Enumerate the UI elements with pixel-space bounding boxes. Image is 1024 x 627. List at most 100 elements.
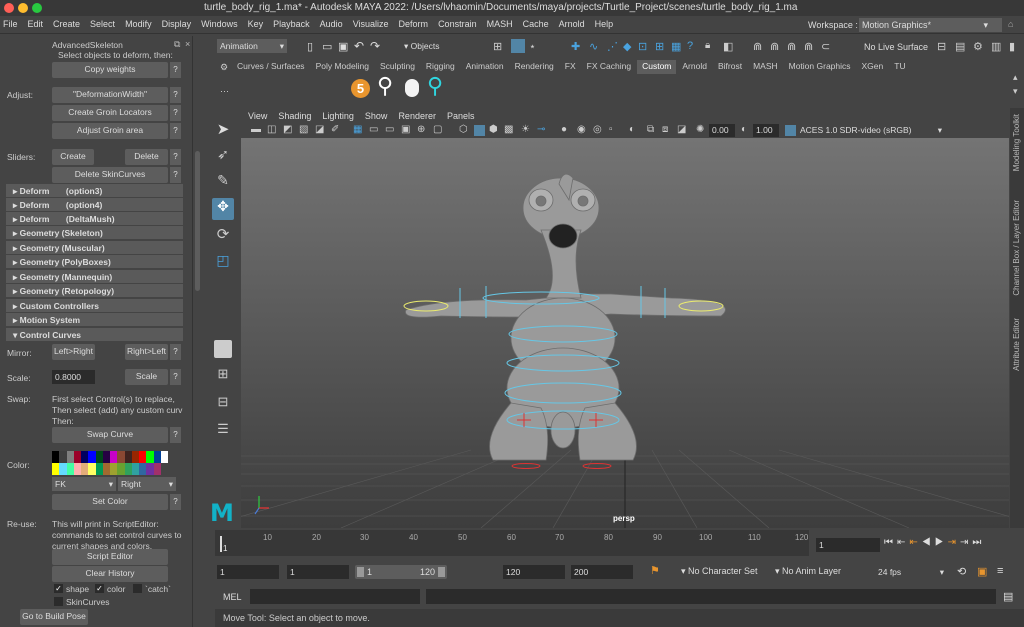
wireframe-on-shaded-icon[interactable]: ⬢ xyxy=(489,124,498,135)
command-input[interactable] xyxy=(250,589,420,604)
resolution-gate-icon[interactable]: ▭ xyxy=(385,124,394,135)
time-slider[interactable]: 1 10 20 30 40 50 60 70 80 90 100 110 120 xyxy=(215,530,809,556)
menu-arnold[interactable]: Arnold xyxy=(559,19,585,29)
gamma-field[interactable]: 1.00 xyxy=(753,124,779,137)
frame-geometry-skeleton[interactable]: ▸ Geometry (Skeleton) xyxy=(6,226,183,240)
grease-pencil-icon[interactable]: ✐ xyxy=(331,124,339,135)
shelf-tab-poly-modeling[interactable]: Poly Modeling xyxy=(311,60,374,74)
camera-icon[interactable]: ▬ xyxy=(251,124,261,135)
shelf-tab-animation[interactable]: Animation xyxy=(461,60,509,74)
swap-curve-button[interactable]: Swap Curve xyxy=(52,427,168,443)
select-tool-icon[interactable]: ➤ xyxy=(212,120,234,142)
textured-icon[interactable]: ▩ xyxy=(504,124,513,135)
animation-end-field[interactable]: 200 xyxy=(571,565,633,579)
menu-deform[interactable]: Deform xyxy=(399,19,429,29)
select-component-icon[interactable]: ⋆ xyxy=(529,40,536,53)
open-scene-icon[interactable]: ▭ xyxy=(322,40,332,53)
frame-geometry-mannequin[interactable]: ▸ Geometry (Mannequin) xyxy=(6,270,183,284)
shape-checkbox[interactable]: ✓ xyxy=(54,584,63,593)
menu-select[interactable]: Select xyxy=(90,19,115,29)
paint-select-icon[interactable]: ✎ xyxy=(212,172,234,194)
panel-menu-lighting[interactable]: Lighting xyxy=(322,111,354,121)
panel-menu-show[interactable]: Show xyxy=(365,111,388,121)
menu-edit[interactable]: Edit xyxy=(28,19,44,29)
color-management-icon[interactable] xyxy=(785,125,796,136)
gate-mask-icon[interactable]: ▣ xyxy=(401,124,410,135)
auto-key-icon[interactable]: ⚑ xyxy=(650,564,660,577)
scale-help[interactable]: ? xyxy=(170,369,181,385)
two-view-icon[interactable]: ⊟ xyxy=(212,394,234,416)
frame-deform-option3[interactable]: ▸ Deform (option3) xyxy=(6,184,183,198)
isolate-select-icon[interactable]: ◐ xyxy=(629,124,635,135)
menu-visualize[interactable]: Visualize xyxy=(353,19,389,29)
anti-alias-icon[interactable]: ◎ xyxy=(593,124,602,135)
shelf-tab-xgen[interactable]: XGen xyxy=(857,60,889,74)
sliders-delete-button[interactable]: Delete xyxy=(125,149,168,165)
sliders-create-button[interactable]: Create xyxy=(52,149,94,165)
frame-deform-option4[interactable]: ▸ Deform (option4) xyxy=(6,198,183,212)
frame-control-curves[interactable]: ▾ Control Curves xyxy=(6,328,183,342)
xray-icon[interactable]: ⧉ xyxy=(647,124,654,135)
snap-surface-icon[interactable]: ⊡ xyxy=(638,40,647,53)
smooth-shade-icon[interactable] xyxy=(474,125,485,136)
close-panel-icon[interactable]: × xyxy=(185,39,190,49)
magnet-icon[interactable]: ⋒ xyxy=(753,40,762,53)
delete-skincurves-help[interactable]: ? xyxy=(170,167,181,183)
safe-action-icon[interactable]: ▢ xyxy=(433,124,442,135)
scale-value-field[interactable]: 0.8000 xyxy=(52,370,95,384)
sidebar-toggle-icon[interactable]: ▮ xyxy=(1009,40,1015,53)
frame-geometry-polyboxes[interactable]: ▸ Geometry (PolyBoxes) xyxy=(6,255,183,269)
frame-motion-system[interactable]: ▸ Motion System xyxy=(6,313,183,327)
panel-menu-renderer[interactable]: Renderer xyxy=(398,111,436,121)
shelf-tab-curves[interactable]: Curves / Surfaces xyxy=(232,60,310,74)
shelf-tab-fx-caching[interactable]: FX Caching xyxy=(582,60,636,74)
shelf-tab-sculpting[interactable]: Sculpting xyxy=(375,60,420,74)
playback-prefs-icon[interactable]: ▣ xyxy=(977,565,987,578)
skincurves-checkbox[interactable] xyxy=(54,597,63,606)
menu-file[interactable]: File xyxy=(3,19,18,29)
side-select[interactable]: Right ▾ xyxy=(118,477,176,491)
select-hierarchy-icon[interactable]: ⊞ xyxy=(493,40,502,53)
two-d-pan-icon[interactable]: ◪ xyxy=(315,124,324,135)
snap-pivot-icon[interactable]: ⋒ xyxy=(804,40,813,53)
symmetry-icon[interactable]: ◧ xyxy=(723,40,733,53)
range-end-handle[interactable] xyxy=(438,567,445,577)
four-view-icon[interactable]: ⊞ xyxy=(212,366,234,388)
right-left-button[interactable]: Right>Left xyxy=(125,344,168,360)
scale-tool-icon[interactable]: ◰ xyxy=(212,252,234,274)
shelf-tab-rendering[interactable]: Rendering xyxy=(510,60,559,74)
show-ui-icon[interactable]: ▤ xyxy=(955,40,965,53)
set-color-button[interactable]: Set Color xyxy=(52,494,168,510)
bookmark-icon[interactable]: ◩ xyxy=(283,124,292,135)
shelf-item-face-icon[interactable] xyxy=(405,79,419,97)
workspace-select[interactable]: Motion Graphics* ▾ xyxy=(859,18,1002,32)
color-checkbox[interactable]: ✓ xyxy=(95,584,104,593)
copy-weights-button[interactable]: Copy weights xyxy=(52,62,168,78)
menu-help[interactable]: Help xyxy=(595,19,614,29)
panel-menu-view[interactable]: View xyxy=(248,111,267,121)
clear-history-button[interactable]: Clear History xyxy=(52,566,168,582)
film-gate-icon[interactable]: ▭ xyxy=(369,124,378,135)
ambient-occlusion-icon[interactable]: ● xyxy=(561,124,567,135)
play-forwards-icon[interactable]: ▶ xyxy=(935,537,948,548)
snap-together-icon[interactable]: ⋒ xyxy=(770,40,779,53)
character-set-dropdown[interactable]: ▾ No Character Set xyxy=(681,566,758,577)
animation-start-field[interactable]: 1 xyxy=(217,565,279,579)
modeling-toolkit-tab[interactable]: Modeling Toolkit xyxy=(1012,114,1021,171)
shelf-tab-fx[interactable]: FX xyxy=(560,60,581,74)
shelf-tab-tu[interactable]: TU xyxy=(889,60,910,74)
xray-components-icon[interactable]: ◪ xyxy=(677,124,686,135)
depth-of-field-icon[interactable]: ▫ xyxy=(609,124,613,135)
delete-skincurves-button[interactable]: Delete SkinCurves xyxy=(52,167,168,183)
shelf-tab-bifrost[interactable]: Bifrost xyxy=(713,60,747,74)
snap-grid-icon[interactable]: ✚ xyxy=(571,40,580,53)
adjust-groin-area-button[interactable]: Adjust Groin area xyxy=(52,123,168,139)
single-view-icon[interactable] xyxy=(214,340,232,358)
exposure-field[interactable]: 0.00 xyxy=(709,124,735,137)
left-panel-scrollbar[interactable] xyxy=(195,151,200,291)
sliders-help[interactable]: ? xyxy=(170,149,181,165)
script-editor-button[interactable]: Script Editor xyxy=(52,549,168,565)
shelf-tab-rigging[interactable]: Rigging xyxy=(421,60,460,74)
motion-blur-icon[interactable]: ◉ xyxy=(577,124,586,135)
panel-menu-panels[interactable]: Panels xyxy=(447,111,475,121)
